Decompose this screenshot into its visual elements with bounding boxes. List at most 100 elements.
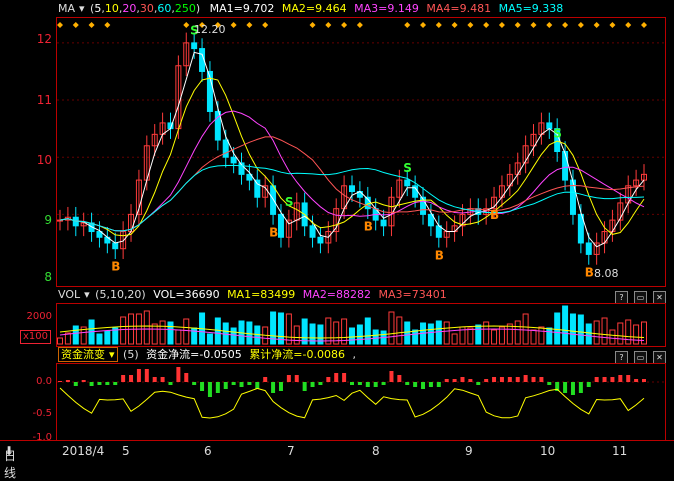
flow-bar	[389, 371, 394, 382]
volume-bar	[412, 329, 419, 345]
candle-body	[317, 236, 324, 244]
flow-bar	[373, 382, 378, 387]
flow-bar	[476, 382, 481, 385]
flow-bar	[421, 382, 426, 389]
candle-body	[562, 151, 569, 181]
volume-bar	[222, 322, 229, 345]
flow-bar	[539, 377, 544, 382]
signal-diamond	[530, 22, 537, 28]
volume-bar	[467, 327, 474, 345]
flow-bar	[160, 377, 165, 382]
signal-diamond	[341, 22, 348, 28]
signal-diamond	[546, 22, 553, 28]
signal-diamond	[451, 22, 458, 28]
volume-bar	[349, 327, 355, 345]
signal-diamond	[88, 22, 95, 28]
price-panel: MA ▾ (5,10,20,30,60,250) MA1=9.702 MA2=9.…	[0, 0, 674, 287]
flow-bar	[215, 382, 220, 393]
signal-diamond	[183, 22, 190, 28]
flow-bar	[129, 375, 134, 382]
signal-diamond	[435, 22, 442, 28]
flow-bar	[570, 382, 575, 395]
flow-bar	[342, 373, 347, 382]
signal-diamond	[483, 22, 490, 28]
buy-marker: B	[269, 225, 278, 239]
flow-bar	[113, 382, 118, 385]
flow-bar	[563, 382, 568, 393]
flow-bar	[626, 375, 631, 382]
flow-bar	[642, 379, 646, 382]
volume-bar	[246, 321, 253, 345]
cumulative-flow-line	[59, 387, 645, 419]
flow-bar	[428, 382, 433, 387]
flow-bar	[586, 382, 591, 387]
volume-bar	[175, 329, 182, 345]
period-selector[interactable]: 日线 ⬇	[4, 444, 16, 480]
flow-bar	[184, 373, 189, 382]
flow-bar	[97, 382, 102, 385]
low-price-label: 8.08	[594, 267, 619, 280]
flow-bar	[286, 375, 291, 382]
time-label-apr: 2018/4	[62, 444, 105, 458]
signal-diamond	[498, 22, 505, 28]
flow-bar	[492, 377, 497, 382]
flow-bar	[81, 380, 86, 382]
volume-bar	[404, 321, 411, 345]
price-chart[interactable]: BB BBBBSSSS	[0, 0, 674, 286]
flow-bar	[515, 377, 520, 382]
flow-bar	[231, 382, 236, 385]
fund-flow-chart[interactable]	[0, 346, 674, 440]
sell-marker: S	[285, 195, 294, 209]
volume-bar	[443, 321, 450, 345]
buy-marker: B	[490, 208, 499, 222]
volume-bar	[427, 323, 434, 345]
time-label-nov: 11	[612, 444, 628, 458]
flow-bar	[594, 377, 599, 382]
flow-bar	[58, 381, 62, 382]
volume-bar	[546, 327, 553, 345]
buy-marker: B	[585, 265, 594, 279]
flow-bar	[523, 375, 528, 382]
candle-body	[222, 139, 229, 158]
volume-bar	[72, 325, 79, 345]
flow-bar	[105, 382, 110, 385]
signal-diamond	[309, 22, 316, 28]
volume-bar	[562, 305, 569, 345]
volume-bar	[325, 317, 332, 345]
volume-bar	[396, 316, 403, 345]
volume-bar	[293, 325, 300, 345]
buy-marker: B	[435, 248, 444, 262]
volume-bar	[388, 311, 395, 345]
flow-bar	[223, 382, 228, 389]
volume-bar	[538, 326, 545, 345]
volume-bar	[491, 329, 498, 345]
candle-body	[230, 156, 237, 164]
flow-bar	[200, 382, 205, 391]
flow-bar	[413, 382, 418, 387]
flow-bar	[152, 377, 157, 382]
flow-bar	[436, 382, 441, 387]
signal-diamond	[262, 22, 269, 28]
volume-bar	[120, 316, 127, 345]
flow-bar	[247, 382, 252, 385]
sell-marker: S	[403, 161, 412, 175]
volume-chart[interactable]	[0, 286, 674, 346]
flow-bar	[484, 379, 489, 382]
flow-bar	[507, 377, 512, 382]
volume-bar	[167, 321, 174, 345]
flow-bar	[65, 380, 70, 382]
flow-bar	[294, 375, 299, 382]
volume-bar	[483, 321, 490, 345]
flow-bar	[278, 382, 283, 391]
flow-bar	[302, 382, 307, 391]
candle-body	[309, 225, 316, 238]
volume-bar	[569, 313, 576, 345]
flow-bar	[334, 373, 339, 382]
flow-bar	[452, 379, 457, 382]
volume-bar	[356, 324, 363, 345]
time-label-jun: 6	[204, 444, 212, 458]
candle-body	[112, 242, 119, 250]
flow-bar	[89, 382, 94, 386]
signal-diamond	[625, 22, 632, 28]
volume-bar	[159, 320, 166, 345]
